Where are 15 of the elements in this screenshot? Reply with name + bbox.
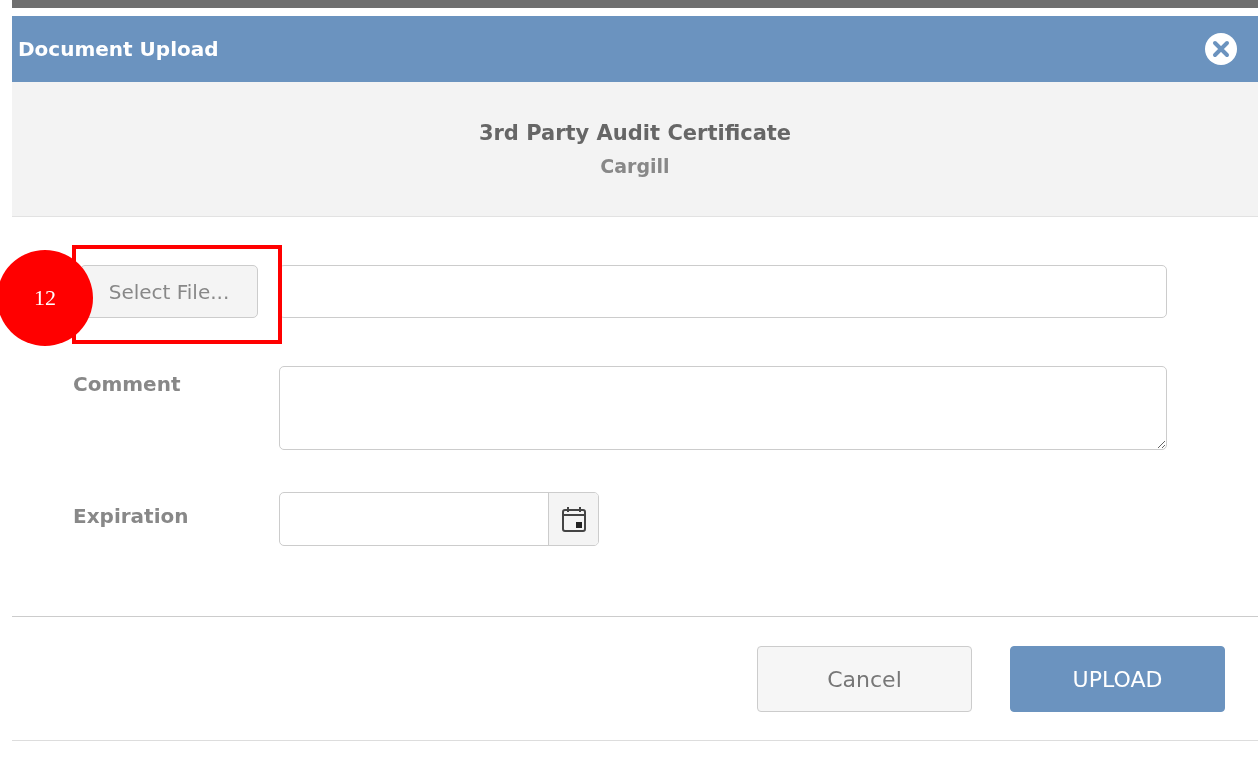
calendar-icon	[560, 505, 587, 533]
calendar-button[interactable]	[548, 493, 598, 545]
cancel-button[interactable]: Cancel	[757, 646, 972, 712]
document-name: 3rd Party Audit Certificate	[478, 121, 792, 145]
comment-field[interactable]	[279, 366, 1167, 450]
close-icon[interactable]	[1204, 32, 1238, 66]
field-label: Comment	[73, 371, 182, 396]
step-number-badge: 12	[0, 250, 93, 346]
company-name: Cargill	[600, 155, 670, 177]
date-field[interactable]	[279, 492, 599, 546]
upload-button[interactable]: UPLOAD	[1010, 646, 1225, 712]
field-label: Expiration	[73, 503, 190, 528]
dialog-title: Document Upload	[18, 37, 219, 61]
select-file-button[interactable]: Select File...	[80, 265, 258, 318]
file-name-field[interactable]	[279, 265, 1167, 318]
